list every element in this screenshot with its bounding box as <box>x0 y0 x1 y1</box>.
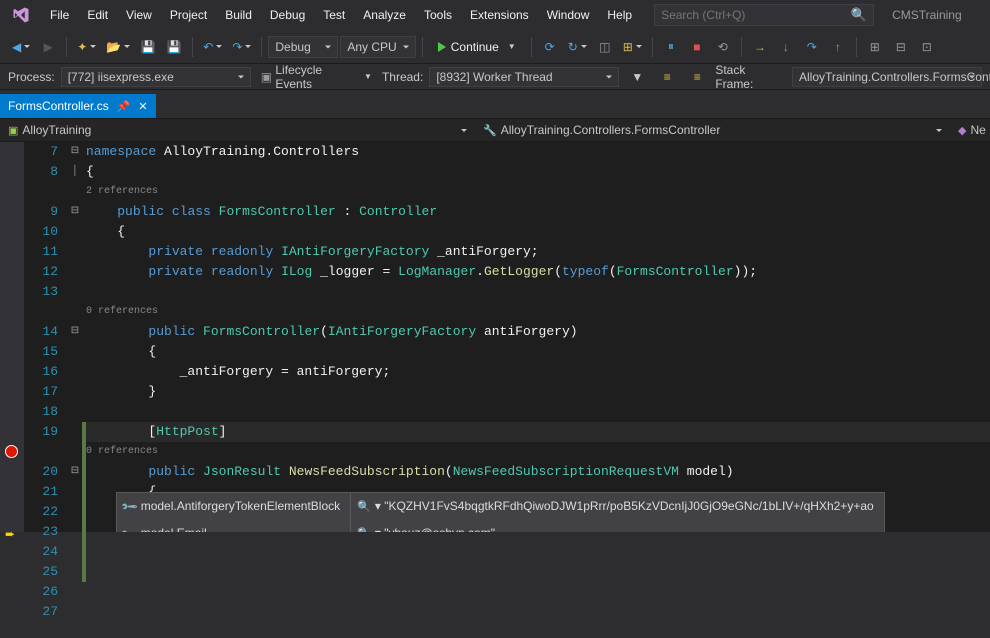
pause-button[interactable]: ⏸ <box>659 35 683 59</box>
nav-project[interactable]: ▣ AlloyTraining <box>0 119 475 141</box>
stack-frame-select[interactable]: AlloyTraining.Controllers.FormsContr <box>792 67 982 87</box>
stop-button[interactable]: ■ <box>685 35 709 59</box>
step-into-button[interactable]: ↓ <box>774 35 798 59</box>
menu-help[interactable]: Help <box>599 4 640 26</box>
datatip-row[interactable]: 🔧model.Email 🔍▾ "vbauz@oshyn.com" <box>117 520 884 532</box>
menu-view[interactable]: View <box>118 4 160 26</box>
tab-label: FormsController.cs <box>8 99 109 113</box>
show-next-button[interactable]: → <box>748 35 772 59</box>
nav-fwd-button[interactable]: ▶ <box>36 35 60 59</box>
threads2-button[interactable]: ≡ <box>685 65 709 89</box>
solution-name: CMSTraining <box>892 8 962 22</box>
method-icon: ◆ <box>958 124 966 137</box>
layout2-button[interactable]: ⊟ <box>889 35 913 59</box>
breakpoint-icon[interactable] <box>5 445 18 458</box>
datatip-row[interactable]: 🔧model.AntiforgeryTokenElementBlock 🔍▾ "… <box>117 493 884 520</box>
nav-project-label: AlloyTraining <box>22 123 91 137</box>
debug-location-toolbar: Process: [772] iisexpress.exe ▣ Lifecycl… <box>0 64 990 90</box>
screenshot-button[interactable]: ◫ <box>593 35 617 59</box>
quick-launch[interactable]: 🔍 <box>654 4 874 26</box>
menu-tools[interactable]: Tools <box>416 4 460 26</box>
save-button[interactable]: 💾 <box>136 35 160 59</box>
wrench-icon: 🔧 <box>118 522 142 532</box>
class-icon: 🔧 <box>483 124 497 137</box>
open-button[interactable]: 📂 <box>102 35 134 59</box>
continue-button[interactable]: Continue ▼ <box>429 35 525 59</box>
pin-icon[interactable]: 📌 <box>117 100 131 113</box>
step-over-button[interactable]: ↷ <box>800 35 824 59</box>
menu-window[interactable]: Window <box>539 4 598 26</box>
threads-button[interactable]: ≡ <box>655 65 679 89</box>
continue-label: Continue <box>451 40 499 54</box>
code-text[interactable]: namespace AlloyTraining.Controllers { 2 … <box>86 142 990 532</box>
thread-label: Thread: <box>382 70 423 84</box>
redo-button[interactable]: ↷ <box>228 35 255 59</box>
execution-pointer-icon: ➨ <box>5 525 15 545</box>
debug-datatip[interactable]: 🔧model.AntiforgeryTokenElementBlock 🔍▾ "… <box>116 492 885 532</box>
menu-analyze[interactable]: Analyze <box>355 4 414 26</box>
vs-logo[interactable] <box>8 2 34 28</box>
new-button[interactable]: ✦ <box>73 35 100 59</box>
nav-member-label: Ne <box>970 123 985 137</box>
misc-button[interactable]: ⊞ <box>619 35 646 59</box>
lifecycle-events[interactable]: ▣ Lifecycle Events▼ <box>257 65 376 89</box>
close-icon[interactable]: ✕ <box>138 100 147 113</box>
layout3-button[interactable]: ⊡ <box>915 35 939 59</box>
menu-extensions[interactable]: Extensions <box>462 4 537 26</box>
nav-back-button[interactable]: ◀ <box>8 35 34 59</box>
stack-label: Stack Frame: <box>715 63 786 91</box>
nav-class-label: AlloyTraining.Controllers.FormsControlle… <box>501 123 721 137</box>
nav-bar: ▣ AlloyTraining 🔧 AlloyTraining.Controll… <box>0 118 990 142</box>
restart-button[interactable]: ⟲ <box>711 35 735 59</box>
nav-member[interactable]: ◆ Ne <box>950 119 990 141</box>
menu-bar: File Edit View Project Build Debug Test … <box>0 0 990 30</box>
standard-toolbar: ◀ ▶ ✦ 📂 💾 💾 ↶ ↷ Debug Any CPU Continue ▼… <box>0 30 990 64</box>
nav-class[interactable]: 🔧 AlloyTraining.Controllers.FormsControl… <box>475 119 950 141</box>
fold-gutter[interactable]: ⊟│⊟ ⊟⊟ <box>68 142 82 532</box>
refresh-button[interactable]: ↻ <box>564 35 591 59</box>
code-editor[interactable]: ➨ 78 91011 1213 141516 171819 2021 22232… <box>0 142 990 532</box>
menu-debug[interactable]: Debug <box>262 4 313 26</box>
menu-test[interactable]: Test <box>315 4 353 26</box>
line-numbers: 78 91011 1213 141516 171819 2021 222324 … <box>24 142 68 532</box>
undo-button[interactable]: ↶ <box>199 35 226 59</box>
search-input[interactable] <box>661 8 851 22</box>
save-all-button[interactable]: 💾 <box>162 35 186 59</box>
config-select[interactable]: Debug <box>268 36 338 58</box>
step-out-button[interactable]: ↑ <box>826 35 850 59</box>
play-icon <box>438 42 446 52</box>
menu-file[interactable]: File <box>42 4 77 26</box>
platform-select[interactable]: Any CPU <box>340 36 415 58</box>
tab-formscontroller[interactable]: FormsController.cs 📌 ✕ <box>0 94 156 118</box>
magnify-icon[interactable]: 🔍 <box>357 528 371 532</box>
thread-select[interactable]: [8932] Worker Thread <box>429 67 619 87</box>
document-tabs: FormsController.cs 📌 ✕ <box>0 90 990 118</box>
glyph-margin[interactable]: ➨ <box>0 142 24 532</box>
menu-build[interactable]: Build <box>217 4 260 26</box>
wrench-icon: 🔧 <box>118 495 142 519</box>
menu-project[interactable]: Project <box>162 4 215 26</box>
browser-link-button[interactable]: ⟳ <box>538 35 562 59</box>
filter-button[interactable]: ▼ <box>625 65 649 89</box>
csharp-project-icon: ▣ <box>8 124 18 137</box>
magnify-icon[interactable]: 🔍 <box>357 501 371 513</box>
process-label: Process: <box>8 70 55 84</box>
search-icon[interactable]: 🔍 <box>851 7 867 23</box>
layout1-button[interactable]: ⊞ <box>863 35 887 59</box>
menu-edit[interactable]: Edit <box>79 4 116 26</box>
process-select[interactable]: [772] iisexpress.exe <box>61 67 251 87</box>
